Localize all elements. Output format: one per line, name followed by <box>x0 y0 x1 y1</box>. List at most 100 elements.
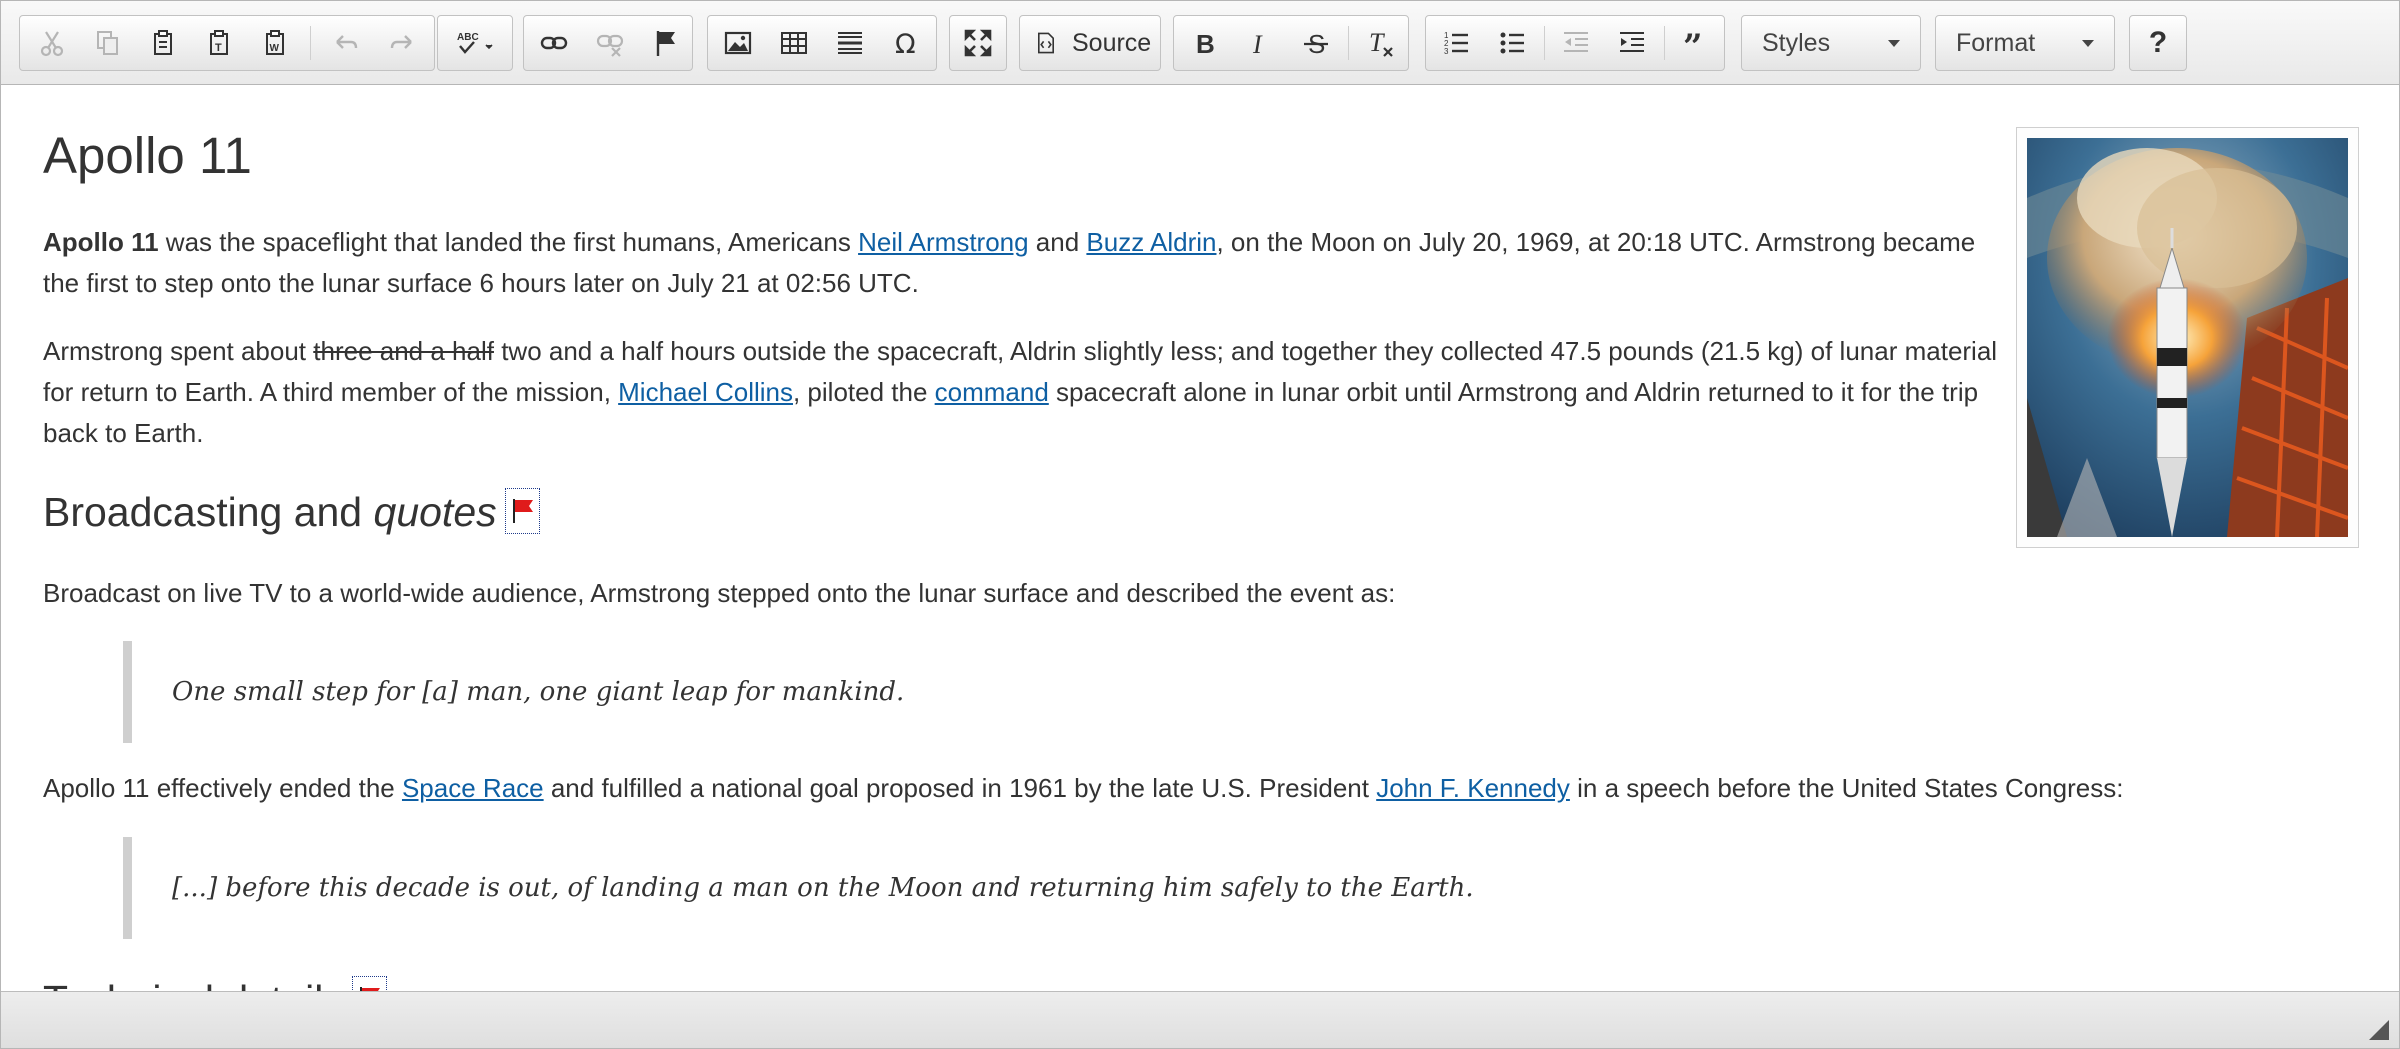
link-john-f-kennedy[interactable]: John F. Kennedy <box>1376 773 1570 803</box>
spellcheck-button[interactable]: ABC <box>442 16 510 70</box>
maximize-button[interactable] <box>950 16 1006 70</box>
blockquote-button[interactable]: ” <box>1668 16 1724 70</box>
paragraph-broadcast: Broadcast on live TV to a world-wide aud… <box>43 578 1396 608</box>
paste-from-word-icon: W <box>266 30 284 55</box>
image-button[interactable] <box>710 16 766 70</box>
cut-button[interactable] <box>24 16 80 70</box>
toolbar-separator <box>1664 26 1665 60</box>
link-buzz-aldrin[interactable]: Buzz Aldrin <box>1086 227 1216 257</box>
indent-button[interactable] <box>1604 16 1660 70</box>
svg-text:”: ” <box>1683 28 1703 58</box>
table-icon <box>781 32 807 54</box>
launch-image-frame[interactable] <box>2016 127 2359 548</box>
anchor-flag-icon <box>656 31 675 56</box>
copy-button[interactable] <box>80 16 136 70</box>
heading-italic-text: quotes <box>373 489 497 535</box>
heading-text: Broadcasting and <box>43 489 374 535</box>
text-run: Armstrong spent about <box>43 336 314 366</box>
redo-button[interactable] <box>374 16 430 70</box>
text-run: and <box>1028 227 1087 257</box>
help-button[interactable]: ? <box>2130 16 2186 70</box>
link-command[interactable]: command <box>935 377 1049 407</box>
link-neil-armstrong[interactable]: Neil Armstrong <box>858 227 1029 257</box>
text-run: Apollo 11 effectively ended the <box>43 773 402 803</box>
horizontal-rule-icon <box>838 32 862 54</box>
format-label: Format <box>1956 29 2036 57</box>
horizontal-rule-button[interactable] <box>822 16 878 70</box>
chevron-down-icon <box>1888 40 1900 47</box>
text-run: , piloted the <box>792 377 935 407</box>
anchor-button[interactable] <box>638 16 694 70</box>
link-button[interactable] <box>526 16 582 70</box>
special-character-icon: Ω <box>895 29 916 58</box>
strikethrough-button[interactable]: S <box>1288 16 1344 70</box>
unlink-button[interactable] <box>582 16 638 70</box>
svg-text:3: 3 <box>1444 47 1449 56</box>
paste-from-word-button[interactable]: W <box>248 16 304 70</box>
source-group: Source <box>1019 15 1161 71</box>
rich-text-editor: T W ABC Ω Source B I S T 1 2 3 ” Styles … <box>0 0 2400 1049</box>
paste-text-button[interactable]: T <box>192 16 248 70</box>
toolbar-separator <box>1544 26 1545 60</box>
unlink-icon <box>596 34 624 57</box>
paragraph-intro: Apollo 11 was the spaceflight that lande… <box>43 222 2003 304</box>
paste-icon <box>154 30 172 55</box>
bulleted-list-button[interactable] <box>1484 16 1540 70</box>
undo-icon <box>336 35 358 49</box>
editor-toolbar: T W ABC Ω Source B I S T 1 2 3 ” Styles … <box>1 1 2399 85</box>
styles-label: Styles <box>1762 29 1831 57</box>
paste-button[interactable] <box>136 16 192 70</box>
anchor-placeholder[interactable] <box>504 488 540 534</box>
table-button[interactable] <box>766 16 822 70</box>
blockquote-small-step: One small step for [a] man, one giant le… <box>123 641 904 743</box>
toolbar-separator <box>1348 26 1349 60</box>
remove-format-button[interactable]: T <box>1352 16 1408 70</box>
svg-text:T: T <box>1369 28 1385 57</box>
copy-icon <box>97 31 118 55</box>
source-button[interactable]: Source <box>1020 16 1160 70</box>
paragraph-eva: Armstrong spent about three and a half t… <box>43 331 2003 454</box>
bold-button[interactable]: B <box>1176 16 1232 70</box>
svg-text:Ω: Ω <box>895 29 916 58</box>
text-run: was the spaceflight that landed the firs… <box>158 227 859 257</box>
quote-text: [...] before this decade is out, of land… <box>172 873 1474 903</box>
numbered-list-button[interactable]: 123 <box>1428 16 1484 70</box>
redo-icon <box>390 35 412 49</box>
italic-button[interactable]: I <box>1232 16 1288 70</box>
chevron-down-icon <box>2082 40 2094 47</box>
anchor-placeholder[interactable] <box>351 976 387 991</box>
rocket-launch-image <box>2027 138 2348 537</box>
italic-icon: I <box>1252 30 1263 58</box>
editor-content-area[interactable]: Apollo 11 Apollo 11 was the spaceflight … <box>1 86 2399 991</box>
undo-button[interactable] <box>318 16 374 70</box>
heading-broadcasting: Broadcasting and quotes <box>43 488 540 536</box>
format-dropdown[interactable]: Format <box>1935 15 2115 71</box>
outdent-button[interactable] <box>1548 16 1604 70</box>
source-icon <box>1038 32 1054 54</box>
styles-dropdown[interactable]: Styles <box>1741 15 1921 71</box>
numbered-list-icon: 123 <box>1444 31 1468 56</box>
basic-styles-group: B I S T <box>1173 15 1409 71</box>
blockquote-icon: ” <box>1683 28 1703 58</box>
insert-group: Ω <box>707 15 937 71</box>
svg-text:W: W <box>270 43 280 54</box>
link-michael-collins[interactable]: Michael Collins <box>618 377 793 407</box>
resize-handle-icon[interactable] <box>2367 1018 2391 1042</box>
link-space-race[interactable]: Space Race <box>402 773 544 803</box>
svg-text:B: B <box>1196 29 1215 58</box>
special-character-button[interactable]: Ω <box>878 16 934 70</box>
clipboard-group: T W <box>19 15 435 71</box>
link-icon <box>540 36 568 50</box>
svg-text:I: I <box>1252 30 1263 58</box>
help-icon: ? <box>2148 26 2168 59</box>
text-run: and fulfilled a national goal proposed i… <box>543 773 1377 803</box>
paste-text-icon: T <box>210 30 228 55</box>
toolbar-separator <box>310 26 311 60</box>
bold-icon: B <box>1196 29 1215 58</box>
strikethrough-text: three and a half <box>313 336 494 366</box>
heading-text: Technical details <box>43 977 344 991</box>
maximize-icon <box>964 29 992 57</box>
bulleted-list-icon <box>1500 32 1524 54</box>
outdent-icon <box>1564 32 1588 52</box>
strikethrough-icon: S <box>1304 29 1328 58</box>
